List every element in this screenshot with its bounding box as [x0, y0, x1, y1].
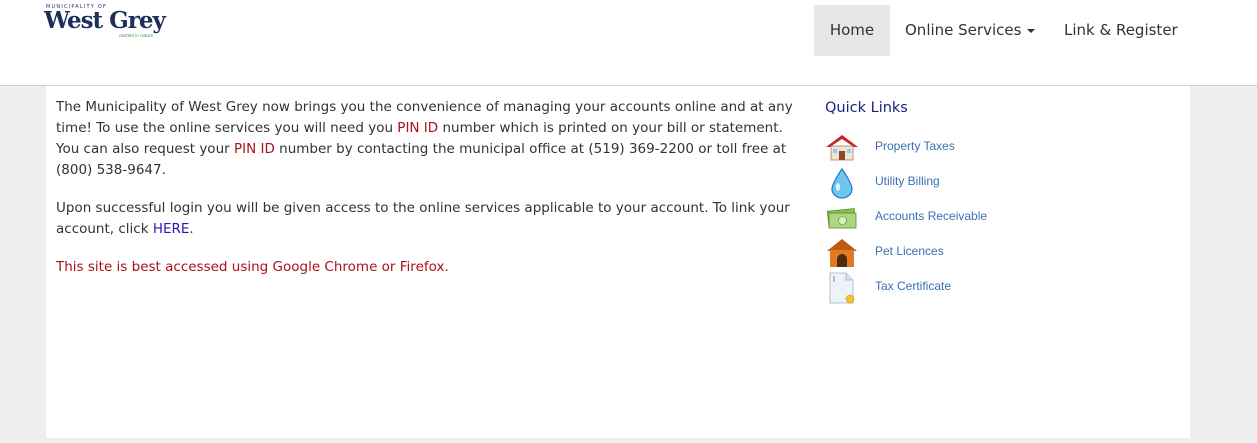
intro-text: The Municipality of West Grey now brings… — [56, 97, 808, 295]
nav-link-register[interactable]: Link & Register — [1064, 5, 1178, 56]
quick-link-accounts-receivable[interactable]: Accounts Receivable — [825, 202, 1125, 237]
caret-down-icon — [1027, 28, 1036, 33]
quick-link-property-taxes[interactable]: Property Taxes — [825, 132, 1125, 167]
doghouse-icon — [827, 239, 857, 267]
login-paragraph: Upon successful login you will be given … — [56, 198, 808, 240]
nav-home-label: Home — [829, 21, 875, 39]
quick-link-label: Property Taxes — [875, 139, 955, 153]
water-drop-icon — [831, 167, 853, 199]
pin-id-highlight: PIN ID — [233, 141, 275, 157]
quick-link-label: Accounts Receivable — [875, 209, 988, 223]
intro-paragraph: The Municipality of West Grey now brings… — [56, 97, 808, 181]
quick-link-label: Tax Certificate — [875, 279, 952, 293]
pin-id-highlight: PIN ID — [397, 120, 439, 136]
logo-tagline: nestled in nature — [119, 33, 154, 38]
quick-links-title: Quick Links — [825, 100, 908, 116]
browser-notice: This site is best accessed using Google … — [56, 259, 449, 275]
quick-link-tax-certificate[interactable]: Tax Certificate — [825, 272, 1125, 307]
quick-links: Quick Links Property Taxes Utility Billi… — [825, 100, 1125, 307]
quick-link-label: Utility Billing — [875, 174, 940, 188]
content-panel: The Municipality of West Grey now brings… — [46, 86, 1190, 438]
nav-online-services-dropdown[interactable]: Online Services — [905, 5, 1036, 56]
certificate-icon — [829, 272, 855, 304]
nav-online-services-label: Online Services — [905, 21, 1022, 39]
navbar: MUNICIPALITY OF West Grey nestled in nat… — [0, 0, 1257, 86]
nav-home[interactable]: Home — [814, 5, 890, 56]
west-grey-logo[interactable]: MUNICIPALITY OF West Grey nestled in nat… — [44, 4, 174, 38]
house-icon — [826, 135, 858, 161]
quick-link-label: Pet Licences — [875, 244, 944, 258]
money-icon — [826, 208, 857, 229]
quick-link-utility-billing[interactable]: Utility Billing — [825, 167, 1125, 202]
login-text-part: . — [189, 221, 194, 237]
nav-link-register-label: Link & Register — [1064, 21, 1178, 39]
quick-link-pet-licences[interactable]: Pet Licences — [825, 237, 1125, 272]
link-account-here-link[interactable]: HERE — [153, 221, 190, 237]
logo-west-grey-text: West Grey — [44, 7, 166, 34]
